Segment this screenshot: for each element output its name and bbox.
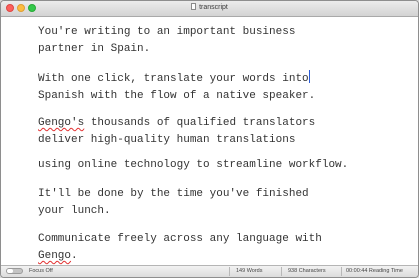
- paragraph-4: using online technology to streamline wo…: [38, 157, 348, 174]
- editor-text-area[interactable]: You're writing to an important business …: [1, 17, 418, 265]
- text-line: Communicate freely across any language w…: [38, 233, 322, 245]
- text-line: You're writing to an important business: [38, 26, 296, 38]
- paragraph-6: Communicate freely across any language w…: [38, 231, 322, 265]
- text-line: deliver high-quality human translations: [38, 134, 296, 146]
- status-divider: [229, 267, 230, 276]
- focus-toggle-switch[interactable]: [6, 268, 23, 274]
- window-title: transcript: [199, 4, 228, 11]
- text-cursor: [308, 70, 310, 83]
- reading-time: 00:00:44 Reading Time: [346, 268, 403, 274]
- character-count: 938 Characters: [288, 268, 326, 274]
- text-line: Spanish with the flow of a native speake…: [38, 90, 316, 102]
- title-bar[interactable]: transcript: [1, 1, 418, 17]
- status-divider: [341, 267, 342, 276]
- status-bar: Focus Off 149 Words 938 Characters 00:00…: [1, 265, 418, 277]
- text-line: your lunch.: [38, 205, 111, 217]
- text-line: .: [71, 250, 78, 262]
- word-count: 149 Words: [236, 268, 263, 274]
- app-window: transcript You're writing to an importan…: [0, 0, 419, 278]
- paragraph-5: It'll be done by the time you've finishe…: [38, 186, 309, 220]
- text-line: using online technology to streamline wo…: [38, 159, 349, 171]
- paragraph-1: You're writing to an important business …: [38, 24, 295, 58]
- text-line: With one click, translate your words int…: [38, 73, 309, 85]
- focus-status-label: Focus Off: [29, 268, 53, 274]
- toggle-knob: [7, 269, 13, 273]
- text-line: partner in Spain.: [38, 43, 151, 55]
- text-line: thousands of qualified translators: [84, 117, 316, 129]
- status-divider: [281, 267, 282, 276]
- paragraph-3: Gengo's thousands of qualified translato…: [38, 115, 315, 149]
- window-title-group: transcript: [1, 2, 418, 14]
- document-icon: [191, 3, 197, 10]
- paragraph-2: With one click, translate your words int…: [38, 70, 315, 105]
- misspelled-word[interactable]: Gengo: [38, 250, 71, 262]
- misspelled-word[interactable]: Gengo's: [38, 117, 84, 129]
- text-line: It'll be done by the time you've finishe…: [38, 188, 309, 200]
